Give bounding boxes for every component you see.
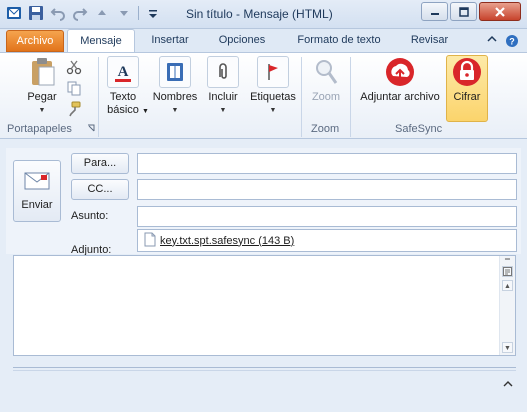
magnifier-icon: [310, 56, 342, 88]
dropdown-arrow-icon: ▼: [219, 107, 227, 114]
clipboard-group-label: Portapapeles: [7, 123, 72, 135]
ruler-icon[interactable]: [502, 266, 513, 277]
paste-button[interactable]: Pegar ▼: [20, 56, 64, 117]
scrollbar-splitter-icon[interactable]: ═: [502, 256, 513, 264]
dialog-launcher-icon[interactable]: [86, 123, 96, 133]
basic-text-button[interactable]: A Texto básico: [102, 56, 144, 117]
encrypt-button[interactable]: Cifrar: [446, 55, 488, 122]
lock-icon: [451, 56, 483, 88]
compose-window: Enviar Para... CC... Asunto: Adjunto: ke…: [0, 139, 527, 412]
safesync-group-label: SafeSync: [395, 123, 443, 135]
group-separator: [350, 57, 351, 137]
customize-qat-icon[interactable]: [145, 5, 161, 21]
undo-icon[interactable]: [50, 5, 66, 21]
include-label: Incluir: [208, 91, 238, 103]
format-painter-icon[interactable]: [66, 101, 82, 117]
attachment-field: key.txt.spt.safesync (143 B): [137, 229, 517, 252]
tab-archivo[interactable]: Archivo: [6, 30, 64, 52]
message-body-editor[interactable]: ═ ▲ ▼: [13, 255, 516, 356]
cc-field[interactable]: [137, 179, 517, 200]
font-color-icon: A: [107, 56, 139, 88]
people-pane-divider[interactable]: [13, 367, 516, 371]
zoom-group-label: Zoom: [311, 123, 340, 135]
ribbon: Pegar ▼ Portapapeles A Texto básico ▼ No…: [0, 52, 527, 139]
tab-formato-de-texto[interactable]: Formato de texto: [285, 29, 393, 52]
down-icon[interactable]: [116, 5, 132, 21]
paperclip-icon: [207, 56, 239, 88]
names-label: Nombres: [152, 91, 198, 103]
minimize-button[interactable]: [421, 2, 448, 21]
dropdown-arrow-icon: ▼: [269, 107, 277, 114]
send-label: Enviar: [21, 198, 53, 211]
outlook-icon[interactable]: [6, 5, 22, 21]
svg-text:A: A: [118, 64, 129, 80]
cut-icon[interactable]: [66, 59, 82, 75]
dropdown-arrow-icon: ▼: [38, 107, 46, 114]
ribbon-tab-bar: Archivo Mensaje Insertar Opciones Format…: [0, 29, 527, 53]
subject-field[interactable]: [137, 206, 517, 227]
to-button[interactable]: Para...: [71, 153, 129, 174]
help-icon[interactable]: ?: [505, 34, 519, 51]
maximize-button[interactable]: [450, 2, 477, 21]
include-button[interactable]: Incluir ▼: [204, 56, 242, 117]
dropdown-arrow-icon: ▼: [142, 108, 149, 115]
names-button[interactable]: Nombres ▼: [151, 56, 199, 117]
tab-revisar[interactable]: Revisar: [402, 29, 457, 52]
file-icon: [144, 232, 156, 250]
tab-opciones[interactable]: Opciones: [208, 29, 276, 52]
address-book-icon: [159, 56, 191, 88]
encrypt-label: Cifrar: [453, 91, 481, 103]
group-separator: [301, 57, 302, 137]
minimize-icon: [430, 12, 439, 15]
minimize-ribbon-icon[interactable]: [487, 34, 497, 51]
up-icon[interactable]: [94, 5, 110, 21]
send-envelope-icon: [24, 172, 50, 193]
dropdown-arrow-icon: ▼: [171, 107, 179, 114]
close-icon: [495, 6, 505, 17]
flag-icon: [257, 56, 289, 88]
zoom-button[interactable]: Zoom: [305, 56, 347, 104]
expand-people-pane-icon[interactable]: [503, 380, 513, 390]
copy-icon[interactable]: [66, 80, 82, 96]
scroll-up-icon[interactable]: ▲: [502, 280, 513, 291]
group-separator: [98, 57, 99, 137]
window-title: Sin título - Mensaje (HTML): [186, 7, 333, 21]
save-icon[interactable]: [28, 5, 44, 21]
svg-text:?: ?: [509, 37, 515, 47]
maximize-icon: [458, 6, 469, 17]
clipboard-icon: [26, 56, 58, 88]
quick-access-toolbar: [6, 5, 161, 21]
redo-icon[interactable]: [72, 5, 88, 21]
basic-text-label-2: básico: [107, 104, 139, 116]
to-field[interactable]: [137, 153, 517, 174]
safesync-upload-icon: [384, 56, 416, 88]
attachment-link[interactable]: key.txt.spt.safesync (143 B): [160, 235, 294, 247]
title-bar: Sin título - Mensaje (HTML): [0, 0, 527, 29]
attach-file-button[interactable]: Adjuntar archivo: [356, 56, 444, 104]
attach-file-label: Adjuntar archivo: [360, 91, 440, 103]
zoom-label: Zoom: [311, 91, 341, 103]
subject-label: Asunto:: [71, 210, 109, 222]
close-button[interactable]: [479, 2, 521, 21]
send-button[interactable]: Enviar: [13, 160, 61, 222]
tags-button[interactable]: Etiquetas ▼: [247, 56, 299, 117]
scroll-down-icon[interactable]: ▼: [502, 342, 513, 353]
tab-mensaje[interactable]: Mensaje: [67, 29, 135, 53]
tab-insertar[interactable]: Insertar: [140, 29, 200, 52]
paste-label: Pegar: [27, 91, 57, 103]
qat-separator: [138, 6, 139, 20]
cc-button[interactable]: CC...: [71, 179, 129, 200]
basic-text-label-1: Texto: [109, 91, 137, 103]
tags-label: Etiquetas: [250, 91, 296, 103]
body-scrollbar[interactable]: ═ ▲ ▼: [499, 256, 515, 355]
